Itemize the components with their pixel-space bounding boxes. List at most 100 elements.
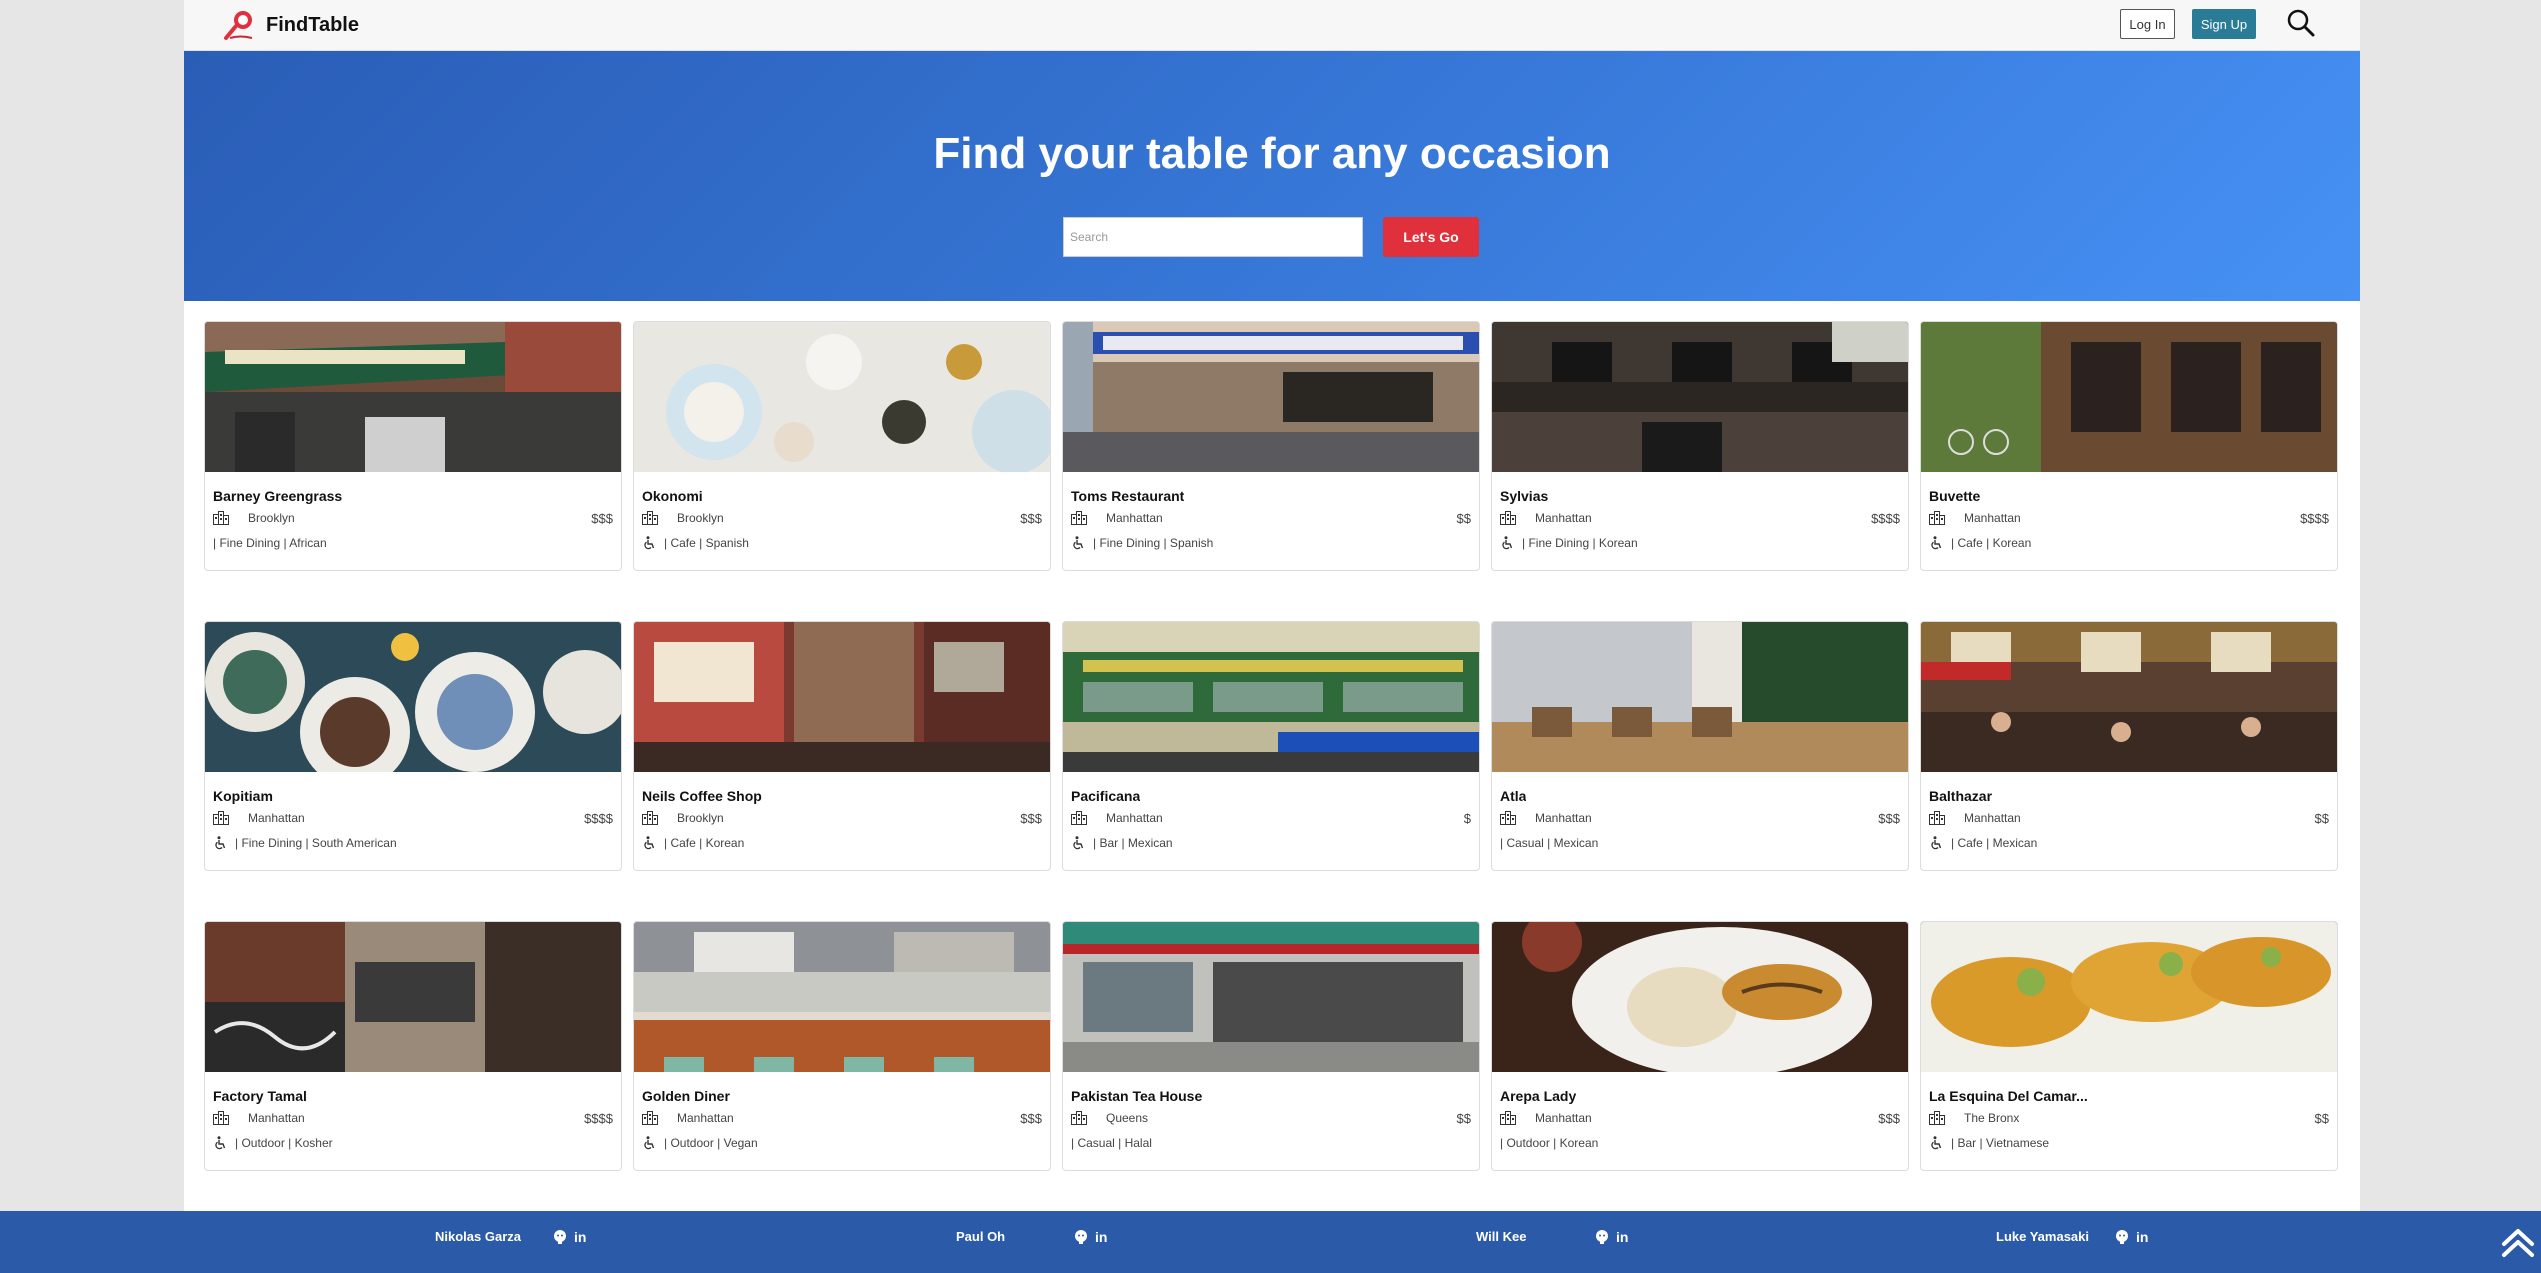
restaurant-price: $$$ bbox=[1878, 811, 1900, 826]
restaurant-price: $$$ bbox=[1020, 811, 1042, 826]
restaurant-card[interactable]: Factory Tamal Manhattan $$$$ | Outdoor |… bbox=[204, 921, 622, 1171]
wheelchair-icon bbox=[644, 536, 655, 550]
restaurant-photo[interactable] bbox=[1921, 322, 2337, 472]
logo-icon bbox=[224, 11, 253, 40]
restaurant-card[interactable]: Balthazar Manhattan $$ | Cafe | Mexican bbox=[1920, 621, 2338, 871]
restaurant-name[interactable]: Atla bbox=[1500, 788, 1526, 804]
restaurant-name[interactable]: Pacificana bbox=[1071, 788, 1140, 804]
restaurant-price: $$$ bbox=[1878, 1111, 1900, 1126]
restaurant-name[interactable]: Buvette bbox=[1929, 488, 1980, 504]
restaurant-location: The Bronx bbox=[1964, 1111, 2020, 1125]
building-icon bbox=[1071, 811, 1087, 825]
restaurant-name[interactable]: La Esquina Del Camar... bbox=[1929, 1088, 2088, 1104]
top-navbar: FindTable Log In Sign Up bbox=[184, 0, 2360, 51]
restaurant-tags: | Cafe | Mexican bbox=[1951, 836, 2038, 850]
building-icon bbox=[642, 811, 658, 825]
restaurant-photo[interactable] bbox=[1921, 922, 2337, 1072]
restaurant-card[interactable]: Barney Greengrass Brooklyn $$$ | Fine Di… bbox=[204, 321, 622, 571]
restaurant-name[interactable]: Okonomi bbox=[642, 488, 703, 504]
restaurant-name[interactable]: Neils Coffee Shop bbox=[642, 788, 762, 804]
restaurant-location-row: Manhattan $$ bbox=[1071, 511, 1471, 527]
github-icon[interactable] bbox=[1073, 1229, 1089, 1245]
restaurant-photo[interactable] bbox=[634, 322, 1050, 472]
restaurant-card[interactable]: Buvette Manhattan $$$$ | Cafe | Korean bbox=[1920, 321, 2338, 571]
restaurant-card[interactable]: Golden Diner Manhattan $$$ | Outdoor | V… bbox=[633, 921, 1051, 1171]
signup-button[interactable]: Sign Up bbox=[2192, 9, 2256, 39]
restaurant-photo[interactable] bbox=[205, 322, 621, 472]
github-icon[interactable] bbox=[1594, 1229, 1610, 1245]
restaurant-location-row: Manhattan $$$$ bbox=[1500, 511, 1900, 527]
restaurant-card[interactable]: Neils Coffee Shop Brooklyn $$$ | Cafe | … bbox=[633, 621, 1051, 871]
brand-name: FindTable bbox=[266, 13, 359, 36]
page: FindTable Log In Sign Up Find your table… bbox=[184, 0, 2360, 1273]
restaurant-name[interactable]: Barney Greengrass bbox=[213, 488, 342, 504]
lets-go-button[interactable]: Let's Go bbox=[1383, 217, 1479, 257]
search-input[interactable] bbox=[1063, 217, 1363, 257]
restaurant-photo-art bbox=[1063, 322, 1479, 472]
restaurant-location: Manhattan bbox=[1964, 811, 2021, 825]
restaurant-location-row: Manhattan $ bbox=[1071, 811, 1471, 827]
restaurant-price: $$$$ bbox=[584, 1111, 613, 1126]
restaurant-photo[interactable] bbox=[634, 922, 1050, 1072]
restaurant-name[interactable]: Pakistan Tea House bbox=[1071, 1088, 1202, 1104]
linkedin-icon[interactable]: in bbox=[574, 1229, 586, 1245]
restaurant-card[interactable]: La Esquina Del Camar... The Bronx $$ | B… bbox=[1920, 921, 2338, 1171]
restaurant-card[interactable]: Sylvias Manhattan $$$$ | Fine Dining | K… bbox=[1491, 321, 1909, 571]
restaurant-photo[interactable] bbox=[1492, 322, 1908, 472]
restaurant-tags: | Fine Dining | African bbox=[213, 536, 327, 550]
restaurant-card[interactable]: Pakistan Tea House Queens $$ | Casual | … bbox=[1062, 921, 1480, 1171]
restaurant-card[interactable]: Arepa Lady Manhattan $$$ | Outdoor | Kor… bbox=[1491, 921, 1909, 1171]
restaurant-name[interactable]: Arepa Lady bbox=[1500, 1088, 1576, 1104]
restaurant-location: Queens bbox=[1106, 1111, 1149, 1125]
restaurant-name[interactable]: Factory Tamal bbox=[213, 1088, 307, 1104]
restaurant-photo[interactable] bbox=[1921, 622, 2337, 772]
scroll-to-top-icon[interactable] bbox=[2500, 1224, 2536, 1260]
restaurant-name[interactable]: Golden Diner bbox=[642, 1088, 730, 1104]
restaurant-photo[interactable] bbox=[205, 922, 621, 1072]
linkedin-icon[interactable]: in bbox=[2136, 1229, 2148, 1245]
restaurant-name[interactable]: Kopitiam bbox=[213, 788, 273, 804]
restaurant-name[interactable]: Toms Restaurant bbox=[1071, 488, 1184, 504]
developer-links: in bbox=[1594, 1229, 1628, 1245]
restaurant-photo[interactable] bbox=[1492, 922, 1908, 1072]
restaurant-card[interactable]: Atla Manhattan $$$ | Casual | Mexican bbox=[1491, 621, 1909, 871]
building-icon bbox=[1929, 811, 1945, 825]
restaurant-tags: | Cafe | Spanish bbox=[664, 536, 749, 550]
restaurant-photo-art bbox=[1921, 322, 2337, 472]
logo[interactable]: FindTable bbox=[222, 6, 359, 44]
restaurant-location-row: The Bronx $$ bbox=[1929, 1111, 2329, 1127]
building-icon bbox=[1500, 811, 1516, 825]
restaurant-photo[interactable] bbox=[1063, 322, 1479, 472]
restaurant-card[interactable]: Okonomi Brooklyn $$$ | Cafe | Spanish bbox=[633, 321, 1051, 571]
restaurant-photo[interactable] bbox=[205, 622, 621, 772]
restaurant-photo[interactable] bbox=[1063, 922, 1479, 1072]
search-icon[interactable] bbox=[2284, 6, 2318, 40]
restaurant-tags: | Bar | Vietnamese bbox=[1951, 1136, 2050, 1150]
restaurant-price: $$$ bbox=[591, 511, 613, 526]
linkedin-icon[interactable]: in bbox=[1095, 1229, 1107, 1245]
restaurant-price: $$$ bbox=[1020, 1111, 1042, 1126]
restaurant-photo-art bbox=[1921, 622, 2337, 772]
restaurant-photo[interactable] bbox=[634, 622, 1050, 772]
developer-links: in bbox=[1073, 1229, 1107, 1245]
restaurant-name[interactable]: Sylvias bbox=[1500, 488, 1548, 504]
restaurant-name[interactable]: Balthazar bbox=[1929, 788, 1992, 804]
restaurant-tags: | Cafe | Korean bbox=[1951, 536, 2032, 550]
github-icon[interactable] bbox=[2114, 1229, 2130, 1245]
restaurant-location: Manhattan bbox=[1535, 511, 1592, 525]
restaurant-card[interactable]: Toms Restaurant Manhattan $$ | Fine Dini… bbox=[1062, 321, 1480, 571]
restaurant-card[interactable]: Kopitiam Manhattan $$$$ | Fine Dining | … bbox=[204, 621, 622, 871]
restaurant-photo[interactable] bbox=[1492, 622, 1908, 772]
github-icon[interactable] bbox=[552, 1229, 568, 1245]
building-icon bbox=[213, 1111, 229, 1125]
restaurant-location: Brooklyn bbox=[677, 511, 724, 525]
restaurant-location: Manhattan bbox=[677, 1111, 734, 1125]
login-button[interactable]: Log In bbox=[2120, 9, 2175, 39]
restaurant-location: Manhattan bbox=[1964, 511, 2021, 525]
restaurant-photo[interactable] bbox=[1063, 622, 1479, 772]
restaurant-location-row: Manhattan $$$$ bbox=[213, 811, 613, 827]
restaurant-card[interactable]: Pacificana Manhattan $ | Bar | Mexican bbox=[1062, 621, 1480, 871]
linkedin-icon[interactable]: in bbox=[1616, 1229, 1628, 1245]
wheelchair-icon bbox=[215, 1136, 226, 1150]
restaurant-location-row: Manhattan $$$ bbox=[642, 1111, 1042, 1127]
